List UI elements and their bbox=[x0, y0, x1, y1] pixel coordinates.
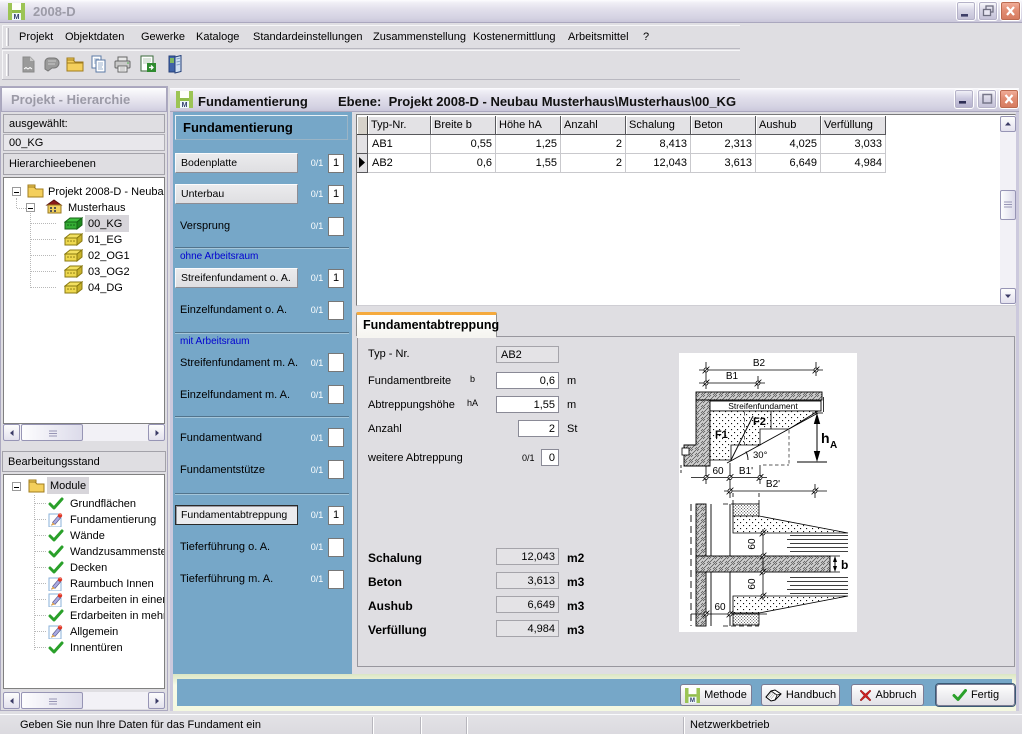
svg-text:F2: F2 bbox=[753, 416, 766, 428]
svg-text:B2: B2 bbox=[753, 358, 766, 369]
svg-text:F1: F1 bbox=[715, 429, 728, 441]
svg-text:B1': B1' bbox=[739, 466, 753, 477]
svg-text:A: A bbox=[830, 440, 837, 451]
svg-text:30°: 30° bbox=[753, 450, 768, 461]
svg-text:M: M bbox=[690, 697, 695, 703]
svg-text:60: 60 bbox=[747, 578, 758, 590]
svg-text:60: 60 bbox=[747, 538, 758, 550]
svg-text:B2': B2' bbox=[766, 479, 780, 490]
svg-text:M: M bbox=[182, 102, 188, 108]
svg-text:B1: B1 bbox=[726, 371, 739, 382]
svg-text:h: h bbox=[821, 430, 830, 446]
svg-text:b: b bbox=[841, 558, 848, 572]
svg-text:M: M bbox=[14, 14, 20, 20]
svg-text:60: 60 bbox=[712, 466, 724, 477]
svg-text:Streifenfundament: Streifenfundament bbox=[728, 401, 798, 411]
svg-text:60: 60 bbox=[714, 602, 726, 613]
